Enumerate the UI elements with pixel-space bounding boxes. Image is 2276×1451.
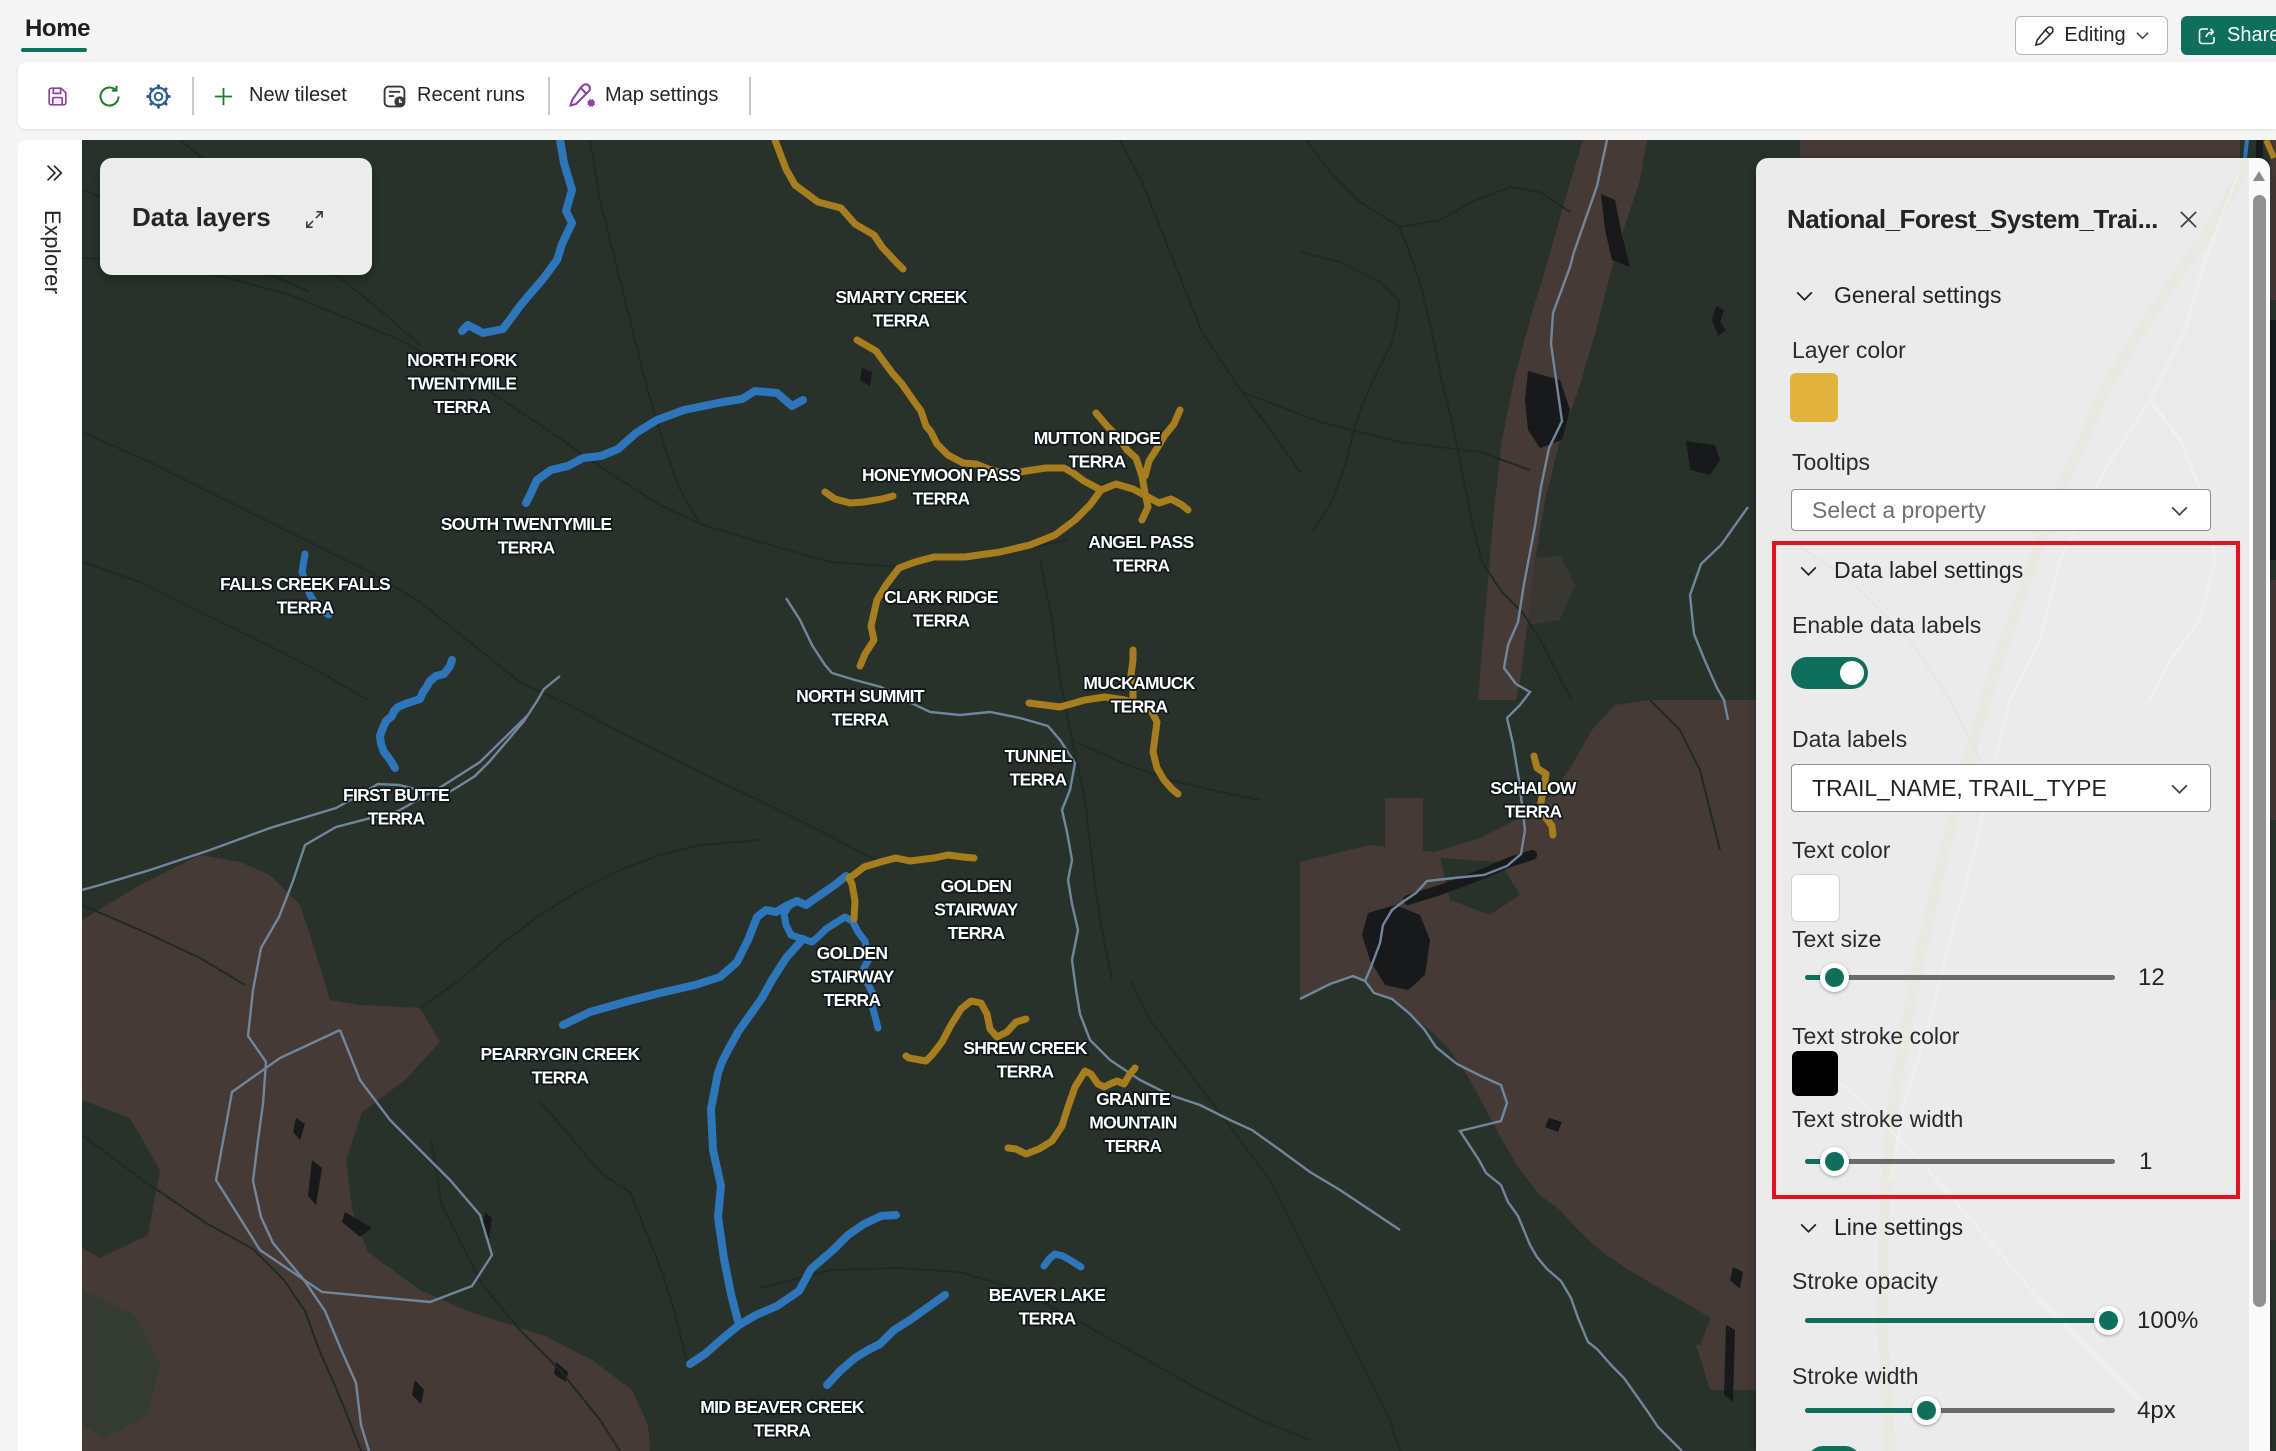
svg-text:NORTH FORK: NORTH FORK: [407, 350, 518, 370]
svg-text:TERRA: TERRA: [434, 397, 492, 417]
svg-text:TERRA: TERRA: [368, 809, 426, 829]
svg-text:MUTTON RIDGE: MUTTON RIDGE: [1034, 428, 1160, 448]
svg-text:TERRA: TERRA: [498, 538, 556, 558]
svg-text:PEARRYGIN CREEK: PEARRYGIN CREEK: [480, 1044, 640, 1064]
svg-text:MOUNTAIN: MOUNTAIN: [1089, 1113, 1176, 1133]
svg-text:GOLDEN: GOLDEN: [941, 876, 1012, 896]
svg-text:GOLDEN: GOLDEN: [817, 943, 888, 963]
svg-text:CLARK RIDGE: CLARK RIDGE: [884, 587, 998, 607]
svg-text:TERRA: TERRA: [532, 1068, 590, 1088]
svg-text:TWENTYMILE: TWENTYMILE: [408, 374, 517, 394]
svg-text:TERRA: TERRA: [824, 990, 882, 1010]
svg-text:TERRA: TERRA: [913, 611, 971, 631]
svg-text:SCHALOW: SCHALOW: [1490, 778, 1577, 798]
svg-text:NORTH SUMMIT: NORTH SUMMIT: [796, 686, 925, 706]
svg-text:SHREW CREEK: SHREW CREEK: [963, 1038, 1088, 1058]
svg-text:TERRA: TERRA: [1111, 697, 1169, 717]
svg-text:TERRA: TERRA: [1069, 452, 1127, 472]
svg-text:SMARTY CREEK: SMARTY CREEK: [835, 287, 967, 307]
svg-text:STAIRWAY: STAIRWAY: [810, 967, 895, 987]
svg-text:ANGEL PASS: ANGEL PASS: [1088, 532, 1193, 552]
svg-text:TUNNEL: TUNNEL: [1005, 746, 1073, 766]
svg-text:TERRA: TERRA: [1019, 1309, 1077, 1329]
svg-text:TERRA: TERRA: [754, 1421, 812, 1441]
svg-text:TERRA: TERRA: [1010, 770, 1068, 790]
svg-text:TERRA: TERRA: [1505, 802, 1563, 822]
svg-text:MUCKAMUCK: MUCKAMUCK: [1083, 673, 1195, 693]
svg-text:TERRA: TERRA: [832, 710, 890, 730]
svg-text:TERRA: TERRA: [1113, 556, 1171, 576]
svg-text:STAIRWAY: STAIRWAY: [934, 900, 1019, 920]
svg-text:HONEYMOON PASS: HONEYMOON PASS: [862, 465, 1020, 485]
svg-text:TERRA: TERRA: [948, 923, 1006, 943]
svg-text:SOUTH TWENTYMILE: SOUTH TWENTYMILE: [441, 514, 612, 534]
svg-text:FALLS CREEK FALLS: FALLS CREEK FALLS: [220, 574, 390, 594]
svg-text:TERRA: TERRA: [1105, 1136, 1163, 1156]
svg-text:BEAVER LAKE: BEAVER LAKE: [989, 1285, 1105, 1305]
svg-text:FIRST BUTTE: FIRST BUTTE: [343, 785, 449, 805]
svg-text:TERRA: TERRA: [913, 489, 971, 509]
svg-text:TERRA: TERRA: [277, 598, 335, 618]
svg-text:TERRA: TERRA: [873, 311, 931, 331]
svg-text:GRANITE: GRANITE: [1096, 1089, 1170, 1109]
svg-text:MID BEAVER CREEK: MID BEAVER CREEK: [700, 1397, 865, 1417]
svg-text:TERRA: TERRA: [997, 1062, 1055, 1082]
